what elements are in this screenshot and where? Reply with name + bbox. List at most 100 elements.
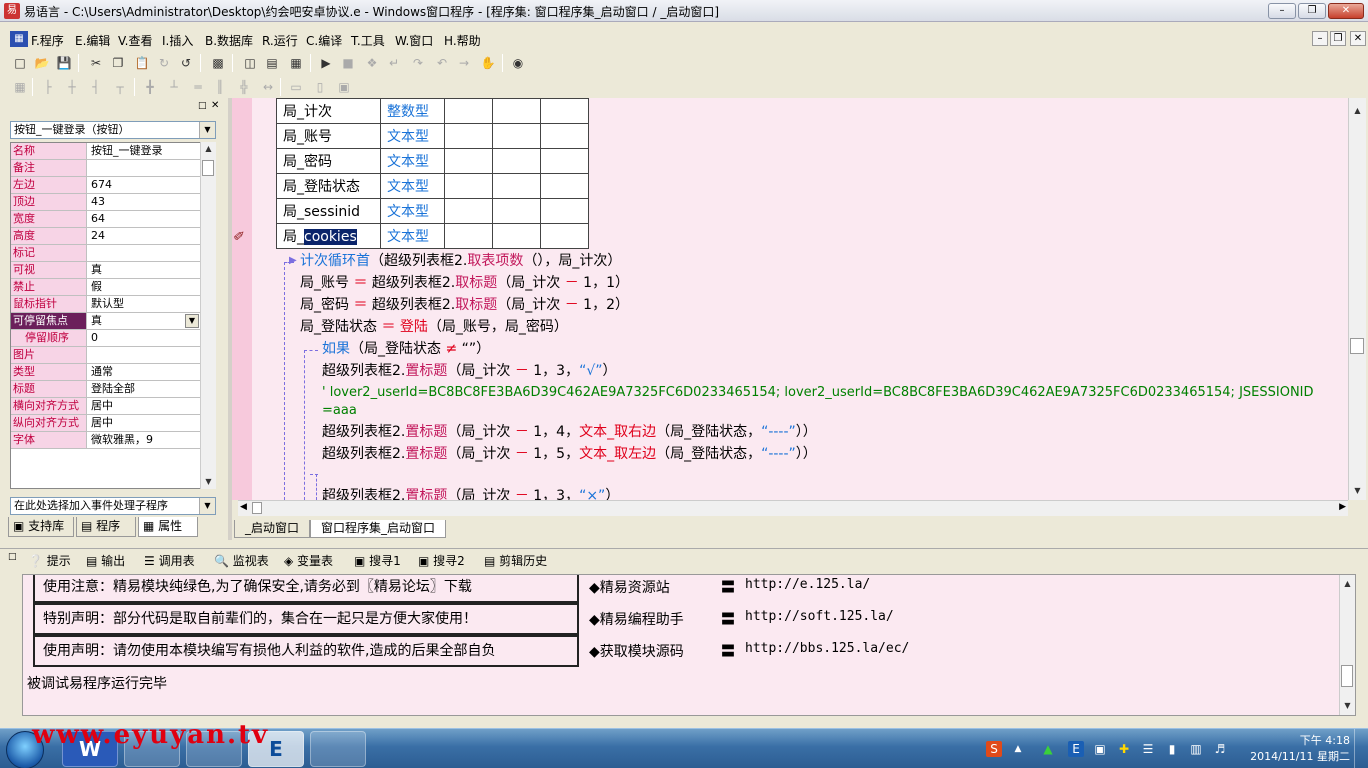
event-select[interactable]: 在此处选择加入事件处理子程序 ▼ [10, 497, 216, 515]
output-panel[interactable]: 使用注意：精易模块纯绿色,为了确保安全,请务必到〖精易论坛〗下载 特别声明：部分… [22, 574, 1356, 716]
tray-plus-icon[interactable]: ✚ [1116, 741, 1132, 757]
url-link[interactable]: http://e.125.la/ [745, 577, 870, 592]
code-line[interactable]: 超级列表框2.置标题（局_计次 － 1，5，文本_取左边（局_登陆状态，“---… [322, 444, 817, 464]
code-editor[interactable]: ✏ 局_计次 整数型 局_账号 文本型 局_密码 文本型 局_登陆状态 文本型 局_se… [232, 98, 1366, 500]
code-line[interactable]: 超级列表框2.置标题（局_计次 － 1，4，文本_取右边（局_登陆状态，“---… [322, 422, 817, 442]
scroll-up-icon[interactable]: ▲ [201, 142, 216, 156]
tab-search2[interactable]: ▣ 搜寻2 [418, 552, 465, 572]
code-line[interactable]: 局_账号 ＝ 超级列表框2.取标题（局_计次 － 1，1） [300, 273, 629, 293]
prop-row[interactable]: 鼠标指针 默认型 [11, 296, 201, 313]
layout-left-icon[interactable]: ◫ [242, 55, 258, 71]
prop-row[interactable]: 类型 通常 [11, 364, 201, 381]
code-line[interactable]: 超级列表框2.置标题（局_计次 － 1，3，“×”） [322, 486, 619, 500]
tab-properties[interactable]: ▦ 属性 [138, 517, 198, 537]
object-select[interactable]: 按钮_一键登录（按钮） ▼ [10, 121, 216, 139]
stop-icon[interactable]: ■ [340, 55, 356, 71]
prop-row[interactable]: 纵向对齐方式 居中 [11, 415, 201, 432]
find-icon[interactable]: ▩ [210, 55, 226, 71]
layout-top-icon[interactable]: ▤ [264, 55, 280, 71]
hand-icon[interactable]: ✋ [480, 55, 496, 71]
var-row[interactable]: 局_cookies 文本型 [276, 223, 589, 249]
scroll-up-icon[interactable]: ▲ [1349, 104, 1366, 118]
tray-network-icon[interactable]: ▣ [1092, 741, 1108, 757]
paste-icon[interactable]: 📋 [134, 55, 150, 71]
mdi-restore-button[interactable]: ❐ [1330, 31, 1346, 46]
code-line[interactable]: 如果（局_登陆状态 ≠ “”） [322, 339, 490, 359]
comment-line[interactable]: =aaa [322, 401, 357, 421]
var-row[interactable]: 局_密码 文本型 [276, 148, 589, 174]
scroll-thumb[interactable] [202, 160, 214, 176]
code-line[interactable]: 超级列表框2.置标题（局_计次 － 1，3，“√”） [322, 361, 617, 381]
new-file-icon[interactable]: □ [12, 55, 28, 71]
prop-row[interactable]: 标记 [11, 245, 201, 262]
scroll-thumb[interactable] [1341, 665, 1353, 687]
var-row[interactable]: 局_登陆状态 文本型 [276, 173, 589, 199]
step-icon[interactable]: ❖ [364, 55, 380, 71]
menu-program[interactable]: F.程序 [31, 32, 64, 49]
menu-view[interactable]: V.查看 [118, 32, 152, 49]
layout-grid-icon[interactable]: ▦ [288, 55, 304, 71]
cut-icon[interactable]: ✂ [88, 55, 104, 71]
redo-icon[interactable]: ↻ [156, 55, 172, 71]
align-left-icon[interactable]: ├ [40, 79, 56, 95]
align-bottom-icon[interactable]: ┴ [166, 79, 182, 95]
align-grid-icon[interactable]: ▦ [12, 79, 28, 95]
tab-variables[interactable]: ◈ 变量表 [284, 552, 333, 572]
prop-row[interactable]: 字体 微软雅黑，9 [11, 432, 201, 449]
mdi-minimize-button[interactable]: – [1312, 31, 1328, 46]
panel-pin-icon[interactable]: □ [8, 552, 17, 562]
prop-row[interactable]: 高度 24 [11, 228, 201, 245]
var-row[interactable]: 局_sessinid 文本型 [276, 198, 589, 224]
code-line[interactable]: 局_登陆状态 ＝ 登陆（局_账号，局_密码） [300, 317, 568, 337]
scroll-down-icon[interactable]: ▼ [1349, 484, 1366, 498]
code-line[interactable]: 局_密码 ＝ 超级列表框2.取标题（局_计次 － 1，2） [300, 295, 629, 315]
scroll-right-icon[interactable]: ▶ [1339, 502, 1346, 512]
tray-e-icon[interactable]: E [1068, 741, 1084, 757]
comment-line[interactable]: ' lover2_userId=BC8BC8FE3BA6D39C462AE9A7… [322, 383, 1314, 403]
menu-database[interactable]: B.数据库 [205, 32, 253, 49]
undo-icon[interactable]: ↺ [178, 55, 194, 71]
prop-row[interactable]: 横向对齐方式 居中 [11, 398, 201, 415]
chevron-down-icon[interactable]: ▼ [185, 314, 199, 328]
open-folder-icon[interactable]: 📂 [34, 55, 50, 71]
prop-row[interactable]: 名称 按钮_一键登录 [11, 143, 201, 160]
tab-output[interactable]: ▤ 输出 [86, 552, 125, 572]
tab-program[interactable]: ▤ 程序 [76, 517, 136, 537]
output-scrollbar[interactable]: ▲ ▼ [1339, 575, 1355, 715]
scroll-up-icon[interactable]: ▲ [1340, 577, 1355, 591]
save-icon[interactable]: 💾 [56, 55, 72, 71]
step-into-icon[interactable]: ↵ [386, 55, 402, 71]
align-center-v-icon[interactable]: ┼ [64, 79, 80, 95]
tab-watch[interactable]: 🔍 监视表 [214, 552, 269, 572]
space-h-icon[interactable]: ↔ [260, 79, 276, 95]
copy-icon[interactable]: ❐ [110, 55, 126, 71]
wifi-icon[interactable]: ▲ [1040, 741, 1056, 757]
url-link[interactable]: http://bbs.125.la/ec/ [745, 641, 909, 656]
code-line[interactable]: 计次循环首（超级列表框2.取表项数（），局_计次） [300, 251, 621, 271]
show-desktop-button[interactable] [1354, 729, 1368, 768]
tab-window-assembly[interactable]: 窗口程序集_启动窗口 [310, 520, 447, 538]
prop-row[interactable]: 停留顺序 0 [11, 330, 201, 347]
panel-pin-icon[interactable]: □ [198, 101, 207, 111]
scroll-left-icon[interactable]: ◀ [240, 502, 247, 512]
prop-row[interactable]: 标题 登陆全部 [11, 381, 201, 398]
menu-window[interactable]: W.窗口 [395, 32, 433, 49]
prop-row[interactable]: 备注 [11, 160, 201, 177]
search-binoculars-icon[interactable]: ◉ [510, 55, 526, 71]
same-width-icon[interactable]: ═ [190, 79, 206, 95]
prop-row[interactable]: 宽度 64 [11, 211, 201, 228]
run-to-cursor-icon[interactable]: → [456, 55, 472, 71]
center-both-icon[interactable]: ▣ [336, 79, 352, 95]
tray-expand-icon[interactable]: ▲ [1010, 741, 1026, 757]
scroll-down-icon[interactable]: ▼ [1340, 699, 1355, 713]
var-row[interactable]: 局_账号 文本型 [276, 123, 589, 149]
mdi-close-button[interactable]: ✕ [1350, 31, 1366, 46]
run-icon[interactable]: ▶ [318, 55, 334, 71]
signal-icon[interactable]: ▥ [1188, 741, 1204, 757]
panel-close-icon[interactable]: ✕ [211, 100, 219, 111]
prop-row[interactable]: 可视真 [11, 262, 201, 279]
tab-hint[interactable]: ❔ 提示 [28, 552, 71, 572]
menu-run[interactable]: R.运行 [262, 32, 298, 49]
tab-call-stack[interactable]: ☰ 调用表 [144, 552, 195, 572]
align-middle-icon[interactable]: ╋ [142, 79, 158, 95]
